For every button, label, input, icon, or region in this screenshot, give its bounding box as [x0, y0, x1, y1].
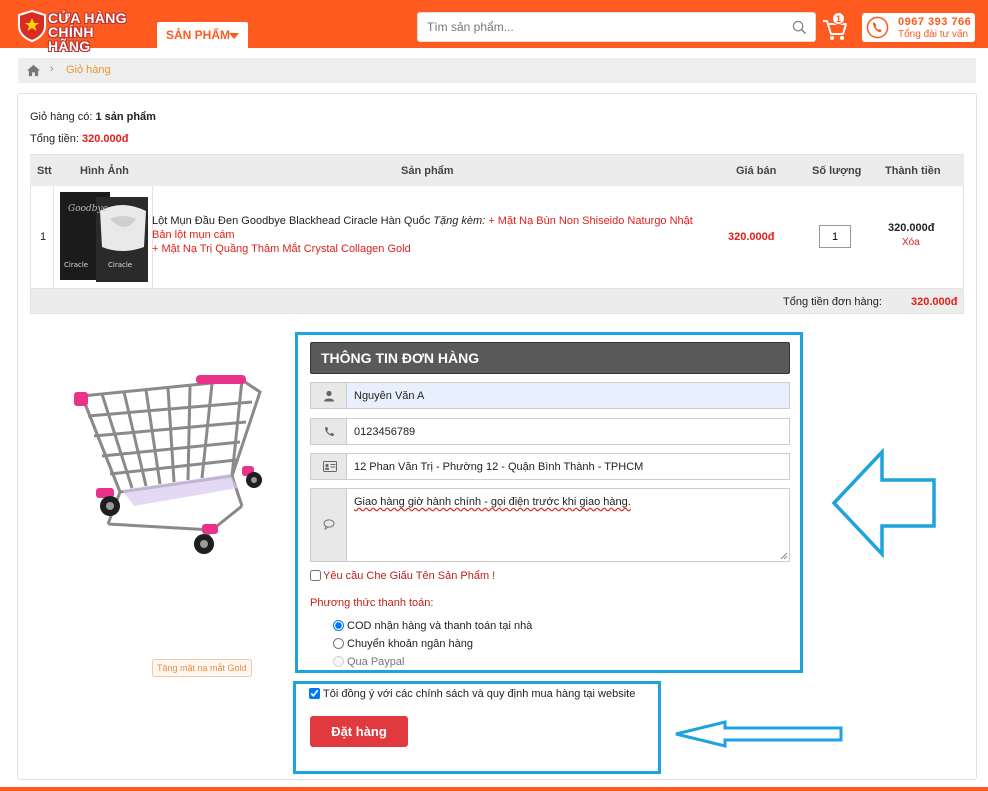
logo-text: CỬA HÀNG CHÍNH HÃNG — [48, 11, 136, 53]
header-price: Giá bán — [736, 165, 777, 177]
payment-option-cod-label: COD nhận hàng và thanh toán tại nhà — [347, 620, 533, 632]
hotline-number: 0967 393 766 — [898, 16, 972, 28]
cart-count-value: 1 sản phẩm — [95, 111, 156, 123]
cart-total-value: 320.000đ — [81, 133, 129, 145]
search-box — [417, 12, 816, 42]
shield-logo-icon — [18, 10, 46, 42]
shopping-cart-illustration — [74, 375, 262, 554]
payment-radio-cod[interactable] — [333, 620, 344, 631]
cart-count-summary: Giỏ hàng có: 1 sản phẩm — [30, 111, 156, 123]
id-card-icon — [323, 461, 337, 472]
hide-product-name-option[interactable]: Yêu cầu Che Giấu Tên Sản Phẩm ! — [310, 570, 495, 582]
table-row: 1 Goodbye Ciracle Ciracle Lột Mụn Đầu Đe… — [30, 186, 964, 288]
place-order-button[interactable]: Đặt hàng — [310, 716, 408, 747]
cart-count-badge: 1 — [832, 12, 845, 25]
quantity-input[interactable] — [819, 225, 851, 248]
row-stt: 1 — [40, 231, 47, 243]
logo[interactable]: CỬA HÀNG CHÍNH HÃNG — [18, 10, 136, 53]
site-header: CỬA HÀNG CHÍNH HÃNG SẢN PHẨM 1 0967 393 … — [0, 0, 988, 53]
caret-down-icon — [229, 33, 239, 39]
breadcrumb-separator: › — [50, 63, 54, 75]
unit-price: 320.000đ — [728, 231, 775, 243]
svg-text:Ciracle: Ciracle — [64, 261, 88, 269]
cart-total-prefix: Tổng tiền: — [30, 133, 82, 145]
breadcrumb: › Giỏ hàng — [18, 58, 976, 83]
order-info-title: THÔNG TIN ĐƠN HÀNG — [310, 342, 790, 374]
products-menu-label: SẢN PHẨM — [166, 28, 231, 42]
cart-count-prefix: Giỏ hàng có: — [30, 111, 96, 123]
arrow-left-icon — [675, 720, 843, 748]
name-field — [310, 382, 790, 409]
cart-table-header: Stt Hình Ảnh Sản phẩm Giá bán Số lượng T… — [30, 154, 964, 186]
address-input[interactable] — [348, 454, 789, 479]
order-total-value: 320.000đ — [911, 296, 958, 308]
note-addon — [311, 489, 347, 561]
svg-text:Ciracle: Ciracle — [108, 261, 132, 269]
hotline-box[interactable]: 0967 393 766 Tổng đài tư vấn — [862, 13, 975, 42]
gift-prefix: Tặng kèm: — [433, 215, 486, 227]
gift-item-2: + Mặt Nạ Trị Quầng Thâm Mắt Crystal Coll… — [152, 243, 411, 255]
payment-option-bank-transfer[interactable]: Chuyển khoản ngân hàng — [333, 638, 473, 650]
resize-grip-icon[interactable] — [780, 552, 788, 560]
payment-option-bank-transfer-label: Chuyển khoản ngân hàng — [347, 638, 473, 650]
phone-input[interactable] — [348, 419, 789, 444]
footer-bar — [0, 787, 988, 791]
speech-bubble-icon — [323, 519, 335, 530]
address-field — [310, 453, 790, 480]
phone-field — [310, 418, 790, 445]
header-line-total: Thành tiền — [885, 165, 941, 177]
name-addon — [311, 383, 347, 408]
phone-addon — [311, 419, 347, 444]
header-product: Sản phẩm — [401, 165, 454, 177]
agree-terms-checkbox[interactable] — [309, 688, 320, 699]
payment-radio-bank-transfer[interactable] — [333, 638, 344, 649]
agree-terms-label: Tôi đồng ý với các chính sách và quy địn… — [323, 688, 636, 700]
product-name-link[interactable]: Lột Mụn Đầu Đen Goodbye Blackhead Ciracl… — [152, 215, 430, 227]
logo-line-1: CỬA HÀNG — [48, 10, 127, 26]
gift-tag: Tặng mặt nạ mắt Gold — [152, 659, 252, 677]
hide-product-name-label: Yêu cầu Che Giấu Tên Sản Phẩm ! — [323, 570, 496, 582]
note-field: Giao hàng giờ hành chính - gọi điện trướ… — [310, 488, 790, 562]
payment-option-paypal-label: Qua Paypal — [347, 656, 405, 668]
delete-link[interactable]: Xóa — [902, 237, 920, 248]
cart-total-summary: Tổng tiền: 320.000đ — [30, 133, 128, 145]
payment-method-label: Phương thức thanh toán: — [310, 597, 434, 609]
phone-icon — [866, 16, 889, 39]
line-total: 320.000đ — [888, 222, 935, 234]
svg-text:Goodbye: Goodbye — [68, 204, 108, 214]
payment-option-cod[interactable]: COD nhận hàng và thanh toán tại nhà — [333, 620, 532, 632]
header-image: Hình Ảnh — [80, 165, 129, 177]
order-total-label: Tổng tiền đơn hàng: — [783, 296, 882, 308]
search-icon[interactable] — [792, 20, 807, 35]
payment-radio-paypal[interactable] — [333, 656, 344, 667]
hotline-label: Tổng đài tư vấn — [898, 29, 969, 40]
header-quantity: Số lượng — [812, 165, 862, 177]
agree-terms-option[interactable]: Tôi đồng ý với các chính sách và quy địn… — [309, 688, 635, 700]
column-divider — [53, 186, 54, 288]
address-addon — [311, 454, 347, 479]
name-input[interactable] — [348, 383, 789, 408]
header-stt: Stt — [37, 165, 52, 177]
breadcrumb-cart-link[interactable]: Giỏ hàng — [66, 64, 111, 76]
note-textarea[interactable]: Giao hàng giờ hành chính - gọi điện trướ… — [348, 489, 789, 561]
user-icon — [324, 390, 334, 402]
search-input[interactable] — [418, 13, 788, 41]
products-menu-button[interactable]: SẢN PHẨM — [157, 22, 248, 48]
arrow-left-icon — [831, 448, 936, 558]
home-icon[interactable] — [26, 64, 41, 77]
cart-table-footer: Tổng tiền đơn hàng: 320.000đ — [30, 288, 964, 314]
payment-option-paypal[interactable]: Qua Paypal — [333, 656, 404, 668]
hide-product-name-checkbox[interactable] — [310, 570, 321, 581]
logo-line-2: CHÍNH HÃNG — [48, 24, 94, 54]
product-description: Lột Mụn Đầu Đen Goodbye Blackhead Ciracl… — [152, 214, 712, 256]
product-image[interactable]: Goodbye Ciracle Ciracle — [56, 189, 150, 283]
phone-handset-icon — [325, 427, 334, 436]
